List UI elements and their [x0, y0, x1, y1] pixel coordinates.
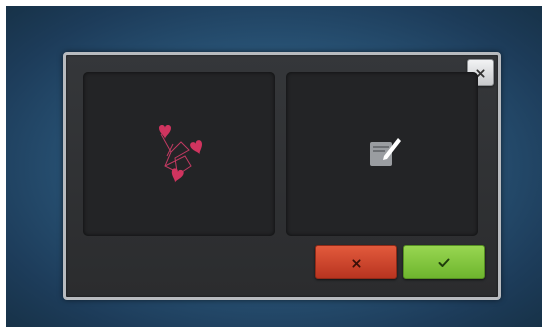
confirm-button[interactable]: [403, 245, 485, 279]
cancel-button[interactable]: [315, 245, 397, 279]
design-preview-panel[interactable]: [83, 72, 275, 236]
screen-background: [6, 6, 542, 327]
display-frame: [0, 0, 547, 331]
x-icon: [351, 253, 361, 272]
checkmark-icon: [438, 253, 450, 272]
confirm-dialog: [63, 52, 501, 300]
edit-design-panel[interactable]: [286, 72, 478, 236]
